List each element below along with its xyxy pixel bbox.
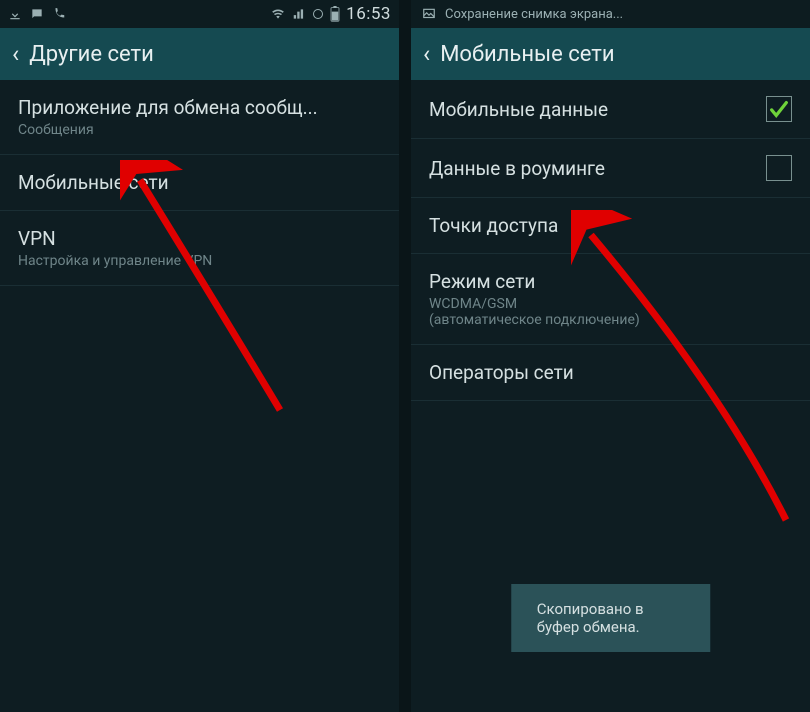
header[interactable]: ‹ Мобильные сети (411, 28, 810, 80)
row-title: Операторы сети (429, 361, 574, 384)
settings-list: Мобильные данные Данные в роуминге Точки… (411, 80, 810, 712)
row-title: Мобильные данные (429, 98, 608, 121)
network-icon (312, 7, 324, 21)
row-subtitle: Сообщения (18, 122, 318, 138)
download-icon (8, 7, 22, 21)
row-subtitle: WCDMA/GSM (автоматическое подключение) (429, 296, 640, 328)
notification-text: Сохранение снимка экрана... (445, 7, 623, 22)
clock: 16:53 (346, 4, 391, 24)
row-messaging-app[interactable]: Приложение для обмена сообщ... Сообщения (0, 80, 399, 155)
battery-icon (330, 6, 340, 22)
row-title: Данные в роуминге (429, 157, 605, 180)
notification-strip: Сохранение снимка экрана... (411, 0, 810, 28)
wifi-icon (270, 7, 286, 21)
row-title: Точки доступа (429, 214, 558, 237)
header-title: Мобильные сети (440, 42, 614, 67)
chat-icon (30, 7, 44, 21)
header-title: Другие сети (29, 42, 154, 67)
row-subtitle: Настройка и управление VPN (18, 253, 212, 269)
phone-icon (52, 7, 66, 21)
row-vpn[interactable]: VPN Настройка и управление VPN (0, 211, 399, 286)
toast-clipboard: Скопировано в буфер обмена. (511, 584, 711, 652)
image-icon (421, 7, 437, 21)
toast-text: Скопировано в буфер обмена. (537, 600, 644, 636)
checkbox-mobile-data[interactable] (766, 96, 792, 122)
row-title: Режим сети (429, 270, 640, 293)
checkbox-roaming[interactable] (766, 155, 792, 181)
row-mobile-data[interactable]: Мобильные данные (411, 80, 810, 139)
row-network-mode[interactable]: Режим сети WCDMA/GSM (автоматическое под… (411, 254, 810, 345)
phone-left: 16:53 ‹ Другие сети Приложение для обмен… (0, 0, 399, 712)
status-bar: 16:53 (0, 0, 399, 28)
signal-icon (292, 7, 306, 21)
row-access-points[interactable]: Точки доступа (411, 198, 810, 254)
back-icon[interactable]: ‹ (423, 40, 430, 68)
settings-list: Приложение для обмена сообщ... Сообщения… (0, 80, 399, 712)
row-title: VPN (18, 227, 212, 250)
back-icon[interactable]: ‹ (12, 40, 19, 68)
header[interactable]: ‹ Другие сети (0, 28, 399, 80)
row-mobile-networks[interactable]: Мобильные сети (0, 155, 399, 211)
phone-right: Сохранение снимка экрана... ‹ Мобильные … (411, 0, 810, 712)
row-title: Приложение для обмена сообщ... (18, 96, 318, 119)
row-roaming-data[interactable]: Данные в роуминге (411, 139, 810, 198)
row-title: Мобильные сети (18, 171, 169, 194)
row-operators[interactable]: Операторы сети (411, 345, 810, 401)
